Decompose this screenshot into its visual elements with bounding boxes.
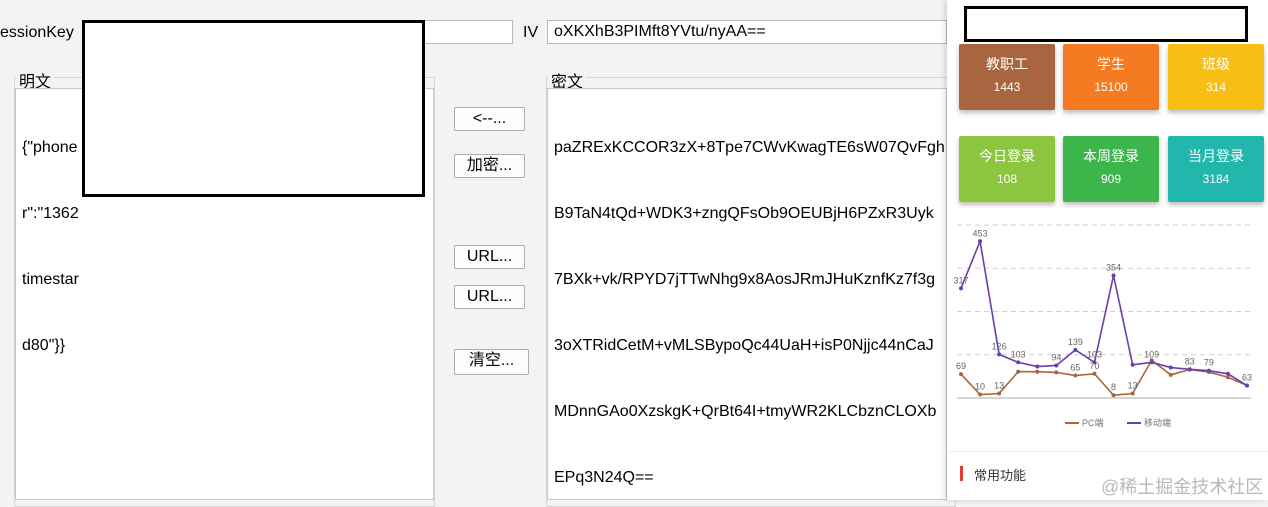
data-point [978, 239, 983, 244]
data-label: 103 [1011, 349, 1026, 359]
data-label: 354 [1106, 263, 1121, 273]
section-marker [960, 466, 963, 481]
data-label: 8 [1111, 382, 1116, 392]
card-value: 314 [1205, 80, 1227, 94]
data-label: 139 [1068, 337, 1083, 347]
data-label: 13 [994, 381, 1004, 391]
ciphertext-line: B9TaN4tQd+WDK3+zngQFsOb9OEUBjH6PZxR3Uyk [554, 205, 934, 222]
card-value: 15100 [1094, 80, 1128, 94]
data-label: 69 [956, 361, 966, 371]
data-point [997, 352, 1002, 357]
divider [947, 451, 1268, 452]
data-label: 65 [1070, 363, 1080, 373]
data-label: 94 [1051, 352, 1061, 362]
data-point [1149, 360, 1154, 365]
data-label: 83 [1185, 356, 1195, 366]
data-point [1035, 364, 1040, 369]
iv-label: IV [523, 24, 539, 41]
data-point [1168, 372, 1173, 377]
data-label: 63 [1242, 373, 1252, 383]
data-point [1168, 365, 1173, 370]
card-value: 909 [1100, 172, 1122, 186]
data-point [959, 372, 963, 377]
data-point [1206, 368, 1211, 373]
ciphertext-line: EPq3N24Q== [554, 469, 654, 486]
data-point [1187, 367, 1192, 372]
data-label: 453 [973, 228, 988, 238]
dashboard-panel: 教职工 1443 学生 15100 班级 314 今日登录 108 本周登录 9… [947, 0, 1268, 500]
card-title: 当月登录 [1188, 148, 1244, 164]
card-value: 3184 [1202, 172, 1230, 186]
data-point [959, 286, 963, 291]
section-title: 常用功能 [974, 468, 1027, 483]
card-title: 今日登录 [979, 148, 1035, 164]
card-title: 本周登录 [1083, 148, 1139, 164]
data-label: 10 [975, 382, 985, 392]
url-decode-button[interactable]: URL... [454, 285, 525, 309]
clear-button[interactable]: 清空... [454, 349, 529, 375]
ciphertext-line: 3oXTRidCetM+vMLSBypoQc44UaH+isP0Njjc44nC… [554, 337, 934, 354]
data-label: 103 [1087, 349, 1102, 359]
data-label: 126 [992, 341, 1007, 351]
data-label: 109 [1144, 349, 1159, 359]
card-value: 1443 [993, 80, 1021, 94]
card-value: 108 [996, 172, 1018, 186]
data-point [1073, 347, 1078, 352]
data-point [978, 392, 983, 397]
plaintext-line: timestar [22, 271, 79, 288]
data-point [1073, 373, 1078, 378]
data-point [997, 391, 1002, 396]
data-point [1111, 393, 1116, 398]
ciphertext-line: paZRExKCCOR3zX+8Tpe7CWvKwagTE6sW07QvFgh [554, 139, 945, 156]
data-point [1016, 369, 1021, 374]
data-point [1130, 362, 1135, 367]
session-key-label: essionKey [0, 24, 74, 41]
ciphertext-line: MDnnGAo0XzskgK+QrBt64I+tmyWR2KLCbznCLOXb [554, 403, 937, 420]
data-point [1225, 371, 1230, 376]
data-point [1035, 369, 1040, 374]
card-month-login[interactable]: 当月登录 3184 [1168, 136, 1264, 202]
data-label: 79 [1204, 358, 1214, 368]
legend-label: 移动端 [1144, 417, 1171, 428]
watermark: @稀土掘金技术社区 [1101, 477, 1264, 497]
card-week-login[interactable]: 本周登录 909 [1063, 136, 1159, 202]
login-line-chart: 317 453 126 103 94 139 103 354 109 83 79 69 10 13 65 70… [953, 224, 1252, 428]
legend-label: PC端 [1082, 417, 1104, 428]
card-today-login[interactable]: 今日登录 108 [959, 136, 1055, 202]
data-point [1054, 363, 1059, 368]
data-point [1016, 360, 1021, 365]
url-encode-button[interactable]: URL... [454, 245, 525, 269]
card-title: 班级 [1202, 56, 1230, 72]
plaintext-line: d80"}} [22, 337, 66, 354]
ciphertext-line: 7BXk+vk/RPYD7jTTwNhg9x8AosJRmJHuKznfKz7f… [554, 271, 936, 288]
card-title: 学生 [1097, 56, 1125, 72]
redaction-box [964, 6, 1248, 42]
data-point [1111, 273, 1116, 278]
redaction-box [82, 20, 425, 197]
data-point [1092, 371, 1097, 376]
ciphertext-textarea[interactable]: paZRExKCCOR3zX+8Tpe7CWvKwagTE6sW07QvFgh … [547, 88, 947, 500]
encrypt-button[interactable]: 加密... [454, 154, 525, 178]
card-students[interactable]: 学生 15100 [1063, 44, 1159, 110]
data-point [1130, 391, 1135, 396]
data-point [1054, 370, 1059, 375]
data-label: 13 [1128, 381, 1138, 391]
data-label: 70 [1089, 361, 1099, 371]
iv-input[interactable]: oXKXhB3PIMft8YVtu/nyAA== [547, 20, 947, 44]
card-staff[interactable]: 教职工 1443 [959, 44, 1055, 110]
data-point [1225, 375, 1230, 380]
plaintext-line: r":"1362 [22, 205, 79, 222]
card-classes[interactable]: 班级 314 [1168, 44, 1264, 110]
data-label: 317 [953, 275, 968, 285]
card-title: 教职工 [986, 56, 1028, 72]
decrypt-button[interactable]: <--... [454, 107, 525, 131]
data-point [1245, 383, 1249, 388]
